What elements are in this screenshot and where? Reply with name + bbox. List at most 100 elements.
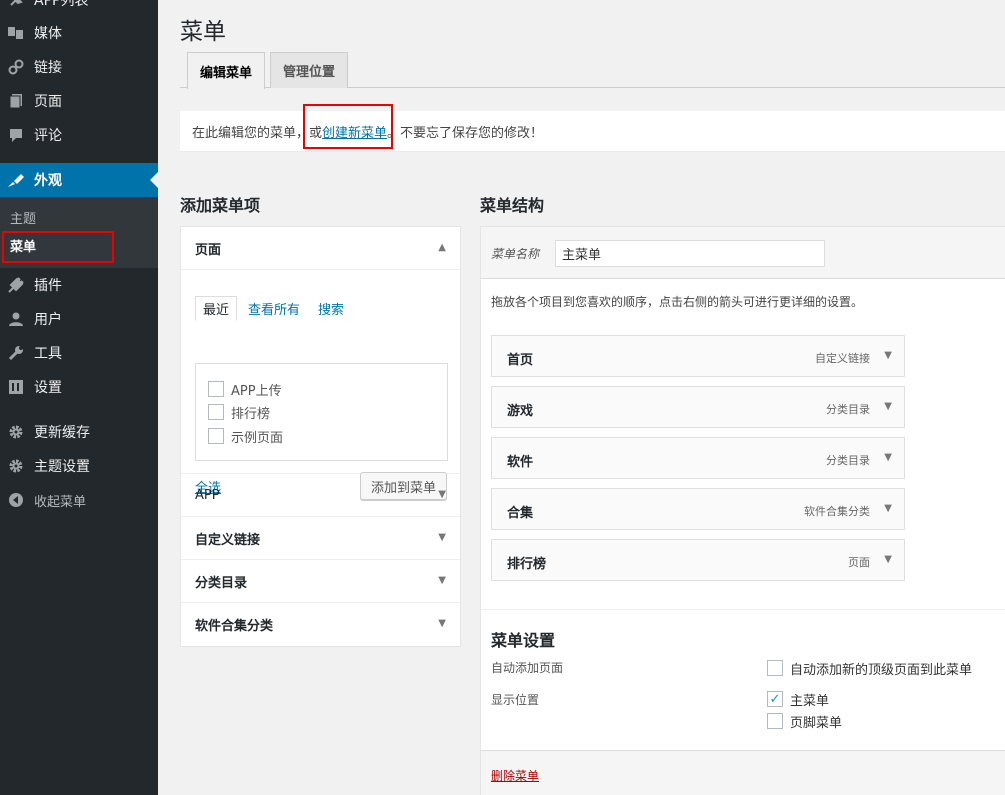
page-option-sample-page[interactable]: 示例页面 [208, 426, 283, 446]
option-label: 主菜单 [790, 693, 830, 709]
menu-item-type: 自定义链接 [815, 352, 870, 365]
recent-pages-list: APP上传 排行榜 示例页面 [195, 363, 448, 461]
settings-icon [6, 377, 26, 397]
checkbox[interactable] [208, 428, 224, 444]
menu-item-type: 软件合集分类 [804, 505, 870, 518]
appearance-icon [6, 170, 26, 190]
page-option-label: 排行榜 [231, 406, 271, 422]
sidebar-item-appearance[interactable]: 外观 [0, 163, 158, 197]
checkbox-checked[interactable]: ✓ [767, 691, 783, 707]
sidebar-item-label: 评论 [34, 128, 62, 144]
sidebar-item-tools[interactable]: 工具 [0, 336, 158, 370]
expand-arrow-icon[interactable]: ▼ [884, 554, 892, 565]
menu-item-title: 首页 [507, 353, 534, 368]
menu-item-type: 分类目录 [826, 454, 870, 467]
tab-label: 最近 [203, 303, 230, 318]
menu-name-bar: 菜单名称 主菜单 [481, 227, 1005, 279]
add-menu-items-accordion: 页面 ▲ 最近 查看所有 搜索 APP上传 排行榜 示例页面 全选 添加到菜单 … [180, 226, 461, 647]
sidebar-item-label: 更新缓存 [34, 425, 90, 441]
collapse-icon [6, 490, 26, 510]
notice-text-after: 。不要忘了保存您的修改！ [387, 125, 544, 141]
link-icon [6, 57, 26, 77]
page-option-app-upload[interactable]: APP上传 [208, 379, 282, 399]
menu-item-type: 页面 [848, 556, 870, 569]
highlight-box-menus [2, 231, 114, 263]
sidebar-item-pages[interactable]: 页面 [0, 84, 158, 118]
tool-icon [6, 343, 26, 363]
accordion-section-app[interactable]: APP ▼ [181, 474, 460, 517]
tab-view-all[interactable]: 查看所有 [248, 296, 300, 320]
auto-add-pages-label: 自动添加页面 [491, 661, 564, 675]
auto-add-pages-option[interactable]: 自动添加新的顶级页面到此菜单 [767, 659, 972, 678]
sidebar-item-settings[interactable]: 设置 [0, 370, 158, 404]
menu-item-games[interactable]: 游戏 分类目录 ▼ [491, 386, 905, 428]
location-option-footer[interactable]: 页脚菜单 [767, 712, 843, 731]
checkbox[interactable] [208, 404, 224, 420]
tab-search[interactable]: 搜索 [318, 296, 344, 320]
sidebar-item-comments[interactable]: 评论 [0, 118, 158, 152]
menu-item-software[interactable]: 软件 分类目录 ▼ [491, 437, 905, 479]
pin-icon [6, 0, 26, 10]
menu-item-ranking[interactable]: 排行榜 页面 ▼ [491, 539, 905, 581]
expand-arrow-icon[interactable]: ▼ [884, 350, 892, 361]
menu-item-home[interactable]: 首页 自定义链接 ▼ [491, 335, 905, 377]
tab-recent[interactable]: 最近 [195, 296, 238, 321]
sidebar-item-users[interactable]: 用户 [0, 302, 158, 336]
tab-label: 管理位置 [283, 65, 336, 80]
submenu-item-themes[interactable]: 主题 [0, 205, 158, 229]
expand-arrow-icon[interactable]: ▼ [884, 503, 892, 514]
menu-item-title: 合集 [507, 506, 534, 521]
accordion-section-custom-links[interactable]: 自定义链接 ▼ [181, 517, 460, 560]
sidebar-item-theme-settings[interactable]: 主题设置 [0, 449, 158, 483]
menu-name-input[interactable]: 主菜单 [555, 240, 825, 267]
tab-manage-locations[interactable]: 管理位置 [270, 52, 349, 88]
delete-menu-link[interactable]: 删除菜单 [491, 767, 539, 784]
sidebar-item-label: 收起菜单 [34, 494, 87, 510]
menu-item-collections[interactable]: 合集 软件合集分类 ▼ [491, 488, 905, 530]
location-option-primary[interactable]: ✓ 主菜单 [767, 690, 830, 709]
sidebar-item-app-list[interactable]: APP列表 [0, 0, 158, 17]
expand-arrow-icon[interactable]: ▼ [884, 401, 892, 412]
submenu-item-label: 主题 [10, 211, 37, 227]
sidebar-item-label: 用户 [34, 312, 62, 328]
sidebar-item-label: 链接 [34, 60, 62, 76]
nav-tabs: 编辑菜单 管理位置 [180, 52, 1005, 89]
sidebar-item-label: 工具 [34, 346, 62, 362]
sidebar-item-label: 插件 [34, 278, 62, 294]
divider [481, 609, 1005, 610]
sidebar-item-plugins[interactable]: 插件 [0, 268, 158, 302]
caret-down-icon: ▼ [438, 618, 446, 629]
comment-icon [6, 125, 26, 145]
page-option-label: 示例页面 [231, 430, 284, 446]
sidebar-item-label: 页面 [34, 94, 62, 110]
page-option-ranking[interactable]: 排行榜 [208, 402, 270, 422]
sidebar-collapse-menu[interactable]: 收起菜单 [0, 483, 158, 517]
main-content: 菜单 编辑菜单 管理位置 在此编辑您的菜单，或 创建新菜单 。不要忘了保存您的修改！… [158, 0, 1005, 795]
sidebar-item-update-cache[interactable]: 更新缓存 [0, 415, 158, 449]
admin-sidebar: APP列表 媒体 链接 页面 评论 外观 主题 菜单 插件 用户 工具 设置 更… [0, 0, 158, 795]
accordion-section-software-collections[interactable]: 软件合集分类 ▼ [181, 603, 460, 646]
checkbox[interactable] [767, 713, 783, 729]
checkbox[interactable] [767, 660, 783, 676]
checkbox[interactable] [208, 381, 224, 397]
menu-item-title: 游戏 [507, 404, 534, 419]
highlight-box-create-menu [303, 104, 393, 149]
menu-panel-footer: 删除菜单 [481, 750, 1005, 795]
menu-item-title: 软件 [507, 455, 534, 470]
accordion-section-categories[interactable]: 分类目录 ▼ [181, 560, 460, 603]
tab-edit-menus[interactable]: 编辑菜单 [187, 52, 266, 89]
sidebar-item-label: 外观 [34, 173, 62, 189]
accordion-section-pages[interactable]: 页面 ▲ [181, 227, 460, 270]
expand-arrow-icon[interactable]: ▼ [884, 452, 892, 463]
sidebar-item-links[interactable]: 链接 [0, 50, 158, 84]
menu-structure-heading: 菜单结构 [480, 196, 545, 215]
tab-label: 编辑菜单 [200, 65, 253, 81]
add-menu-items-heading: 添加菜单项 [180, 196, 261, 215]
gear-icon [6, 422, 26, 442]
menu-structure-panel: 菜单名称 主菜单 拖放各个项目到您喜欢的顺序，点击右侧的箭头可进行更详细的设置。… [480, 226, 1005, 795]
sidebar-item-label: 媒体 [34, 26, 62, 42]
option-label: 页脚菜单 [790, 715, 843, 731]
caret-down-icon: ▼ [438, 532, 446, 543]
sidebar-item-media[interactable]: 媒体 [0, 16, 158, 50]
accordion-section-title: APP [195, 487, 220, 503]
